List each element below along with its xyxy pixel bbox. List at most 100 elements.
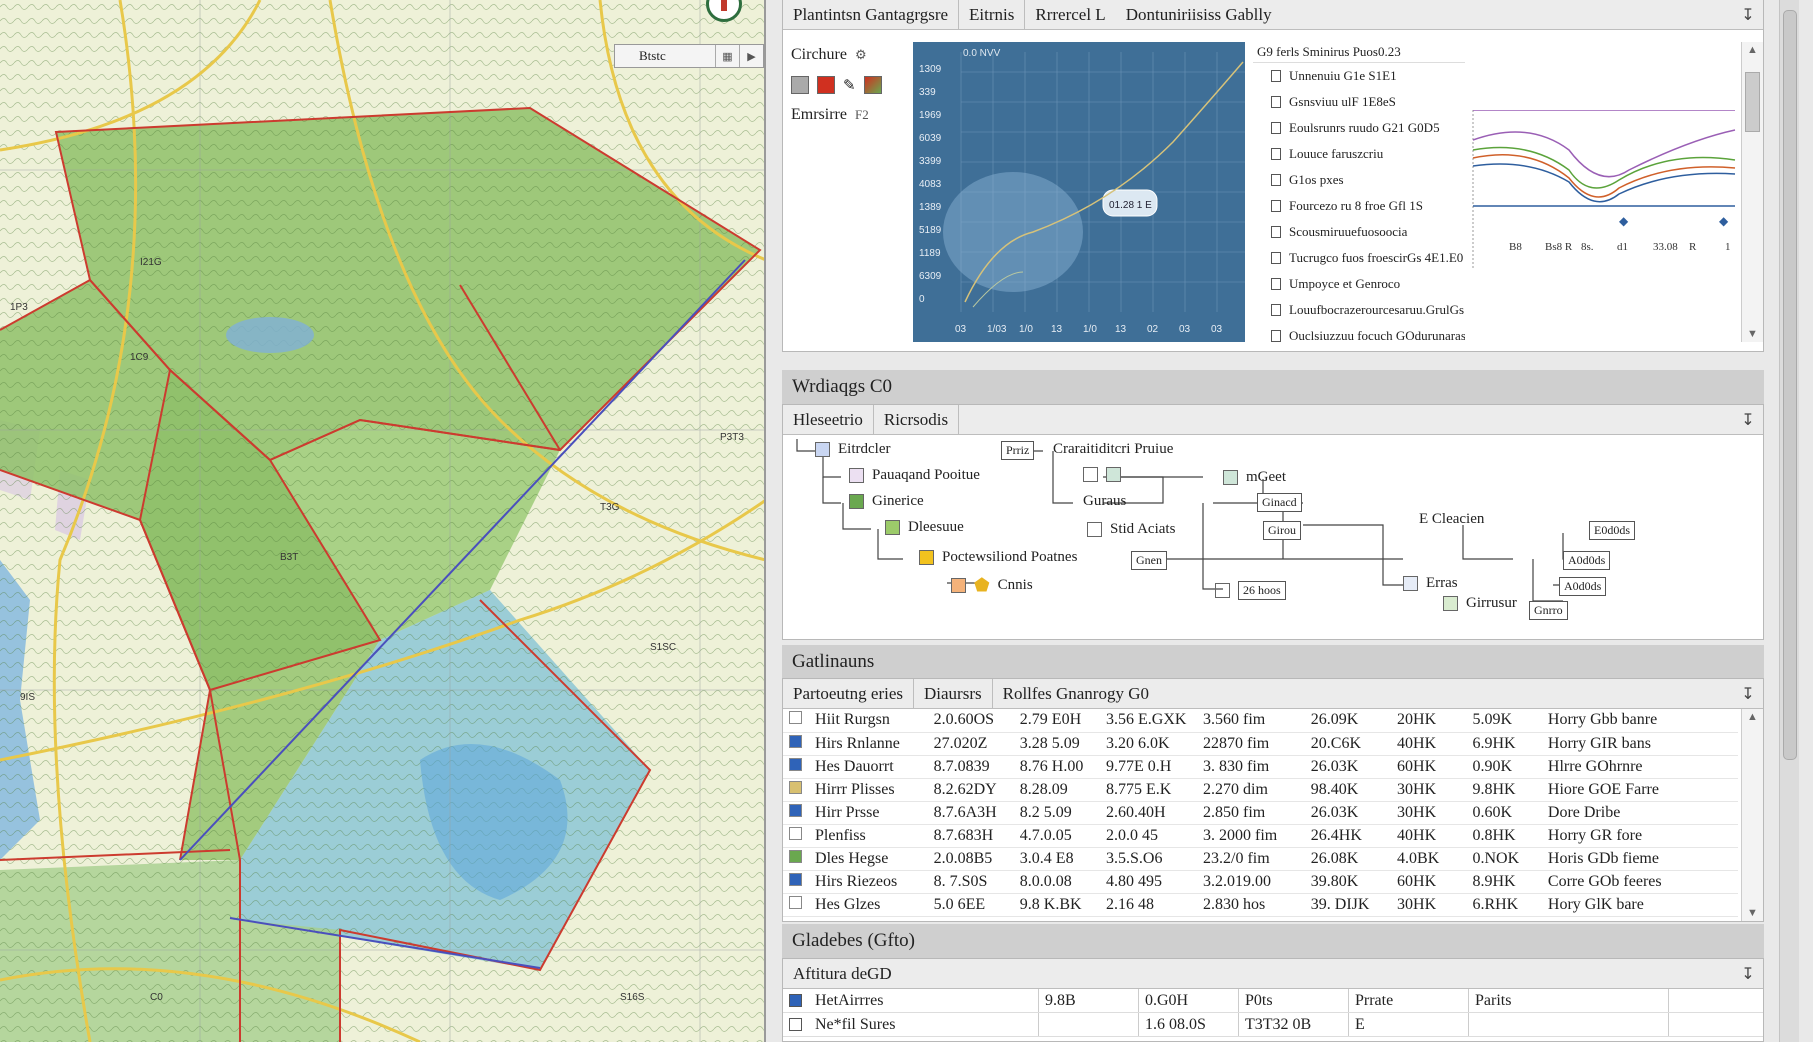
layer-checkbox[interactable] xyxy=(1271,96,1281,108)
diagram-section-title: Wrdiaqgs C0 xyxy=(782,370,1764,404)
tree-node[interactable]: Dleesuue xyxy=(885,519,964,536)
layer-checkbox[interactable] xyxy=(1271,70,1281,82)
scroll-down-icon[interactable]: ▼ xyxy=(1747,328,1758,340)
table-cell: 8.7.0839 xyxy=(929,755,1016,779)
map-canvas[interactable]: I21G P3T3 1C9 T3G C0 1P3 S1SC 9IS S16S B… xyxy=(0,0,766,1042)
window-scrollbar[interactable] xyxy=(1779,0,1799,1042)
scroll-up-icon[interactable]: ▲ xyxy=(1747,711,1758,723)
table-row[interactable]: Dles Hegse 2.0.08B5 3.0.4 E8 3.5.S.O6 23.2/0… xyxy=(783,847,1738,871)
tab-1[interactable]: Plantintsn Gantagrgsre xyxy=(783,0,960,29)
tree-node[interactable]: Erras xyxy=(1403,575,1458,592)
tree-node[interactable]: Girrusur xyxy=(1443,595,1517,612)
tree-node[interactable]: Pauaqand Pooitue xyxy=(849,467,980,484)
legend-swatch-gray[interactable] xyxy=(791,76,809,94)
layer-list-item[interactable]: Umpoyce et Genroco xyxy=(1253,271,1465,297)
table-row[interactable]: Hirrr Plisses 8.2.62DY 8.28.09 8.775 E.K 2.2… xyxy=(783,778,1738,802)
tree-box[interactable]: Prriz xyxy=(1001,441,1035,460)
scroll-up-icon[interactable]: ▲ xyxy=(1747,44,1758,56)
bottom-row[interactable]: Ne*fil Sures 1.6 08.0S T3T32 0B E xyxy=(783,1013,1763,1037)
tab-3[interactable]: Rrrercel L xyxy=(1025,0,1115,29)
layer-list-item[interactable]: Tucrugco fuos froescirGs 4E1.E0 xyxy=(1253,245,1465,271)
layer-list-item[interactable]: G1os pxes xyxy=(1253,167,1465,193)
table-cell: 2.79 E0H xyxy=(1015,709,1103,733)
layer-checkbox[interactable] xyxy=(1271,278,1281,290)
tree-node[interactable]: mGeet xyxy=(1223,469,1286,486)
pin-icon[interactable]: ↧ xyxy=(1733,679,1763,708)
profile-tick-label: B8 xyxy=(1509,241,1522,253)
tab-table-3[interactable]: Rollfes Gnanrogy G0 xyxy=(993,679,1159,708)
tab-4[interactable]: Dontuniriisiss Gablly xyxy=(1116,0,1282,29)
tab-table-2[interactable]: Diaursrs xyxy=(914,679,993,708)
scroll-thumb[interactable] xyxy=(1745,72,1760,132)
tree-box[interactable]: A0d0ds xyxy=(1559,577,1607,596)
tree-diagram[interactable]: Eitrdcler Pauaqand Pooitue Ginerice Dlee… xyxy=(783,435,1763,639)
bottom-row[interactable]: HetAirrres 9.8B 0.G0H P0ts Prrate Parits xyxy=(783,989,1763,1013)
layer-list-item[interactable]: Gsnsviuu ulF 1E8eS xyxy=(1253,89,1465,115)
tree-node[interactable]: Craraitiditcri Pruiue xyxy=(1053,441,1173,458)
list-scrollbar[interactable]: ▲ ▼ xyxy=(1741,42,1763,342)
scroll-down-icon[interactable]: ▼ xyxy=(1747,907,1758,919)
layers-icon[interactable]: ▦ xyxy=(715,45,739,67)
pin-icon[interactable]: ↧ xyxy=(1733,959,1763,988)
layer-checkbox[interactable] xyxy=(1271,304,1281,316)
tab-table-1[interactable]: Partoeutng eries xyxy=(783,679,914,708)
layer-checkbox[interactable] xyxy=(1271,252,1281,264)
layer-list-item[interactable]: Ouclsiuzzuu focuch GOdurunaras xyxy=(1253,323,1465,342)
table-cell: 4.0BK xyxy=(1393,847,1469,871)
layer-list-item[interactable]: Unnenuiu G1e S1E1 xyxy=(1253,63,1465,89)
tree-box[interactable]: Gnen xyxy=(1131,551,1167,570)
table-row[interactable]: Hes Dauorrt 8.7.0839 8.76 H.00 9.77E 0.H 3. … xyxy=(783,755,1738,779)
tree-box[interactable]: E0d0ds xyxy=(1589,521,1635,540)
layer-checkbox[interactable] xyxy=(1271,122,1281,134)
tab-bottom-1[interactable]: Aftitura deGD xyxy=(783,959,902,988)
map-view[interactable]: I21G P3T3 1C9 T3G C0 1P3 S1SC 9IS S16S B… xyxy=(0,0,766,1042)
table-row[interactable]: Hes Glzes 5.0 6EE 9.8 K.BK 2.16 48 2.830 hos… xyxy=(783,893,1738,917)
tree-box[interactable]: Girou xyxy=(1263,521,1301,540)
y-tick-label: 1309 xyxy=(919,64,942,75)
table-row[interactable]: Hiit Rurgsn 2.0.60OS 2.79 E0H 3.56 E.GXK 3.5… xyxy=(783,709,1738,733)
tree-node[interactable]: 26 hoos xyxy=(1215,581,1286,600)
play-icon[interactable]: ▶ xyxy=(739,45,763,67)
layer-list-item[interactable]: Fourcezo ru 8 froe Gfl 1S xyxy=(1253,193,1465,219)
pin-icon[interactable]: ↧ xyxy=(1733,405,1763,434)
timeseries-chart[interactable]: 01.28 1 E 0.0 NVV 1309 339 1969 6039 3399 408… xyxy=(913,42,1245,342)
layer-list-item[interactable]: Louufbocrazerourcesaruu.GrulGs xyxy=(1253,297,1465,323)
table-row[interactable]: Hirs Rnlanne 27.020Z 3.28 5.09 3.20 6.0K 228… xyxy=(783,732,1738,756)
profile-chart[interactable]: ◆ ◆ B8 Bs8 R 8s. d1 33.08 R 1 xyxy=(1469,110,1739,270)
legend-swatch-red[interactable] xyxy=(817,76,835,94)
layer-checkbox[interactable] xyxy=(1271,174,1281,186)
table-scrollbar[interactable]: ▲ ▼ xyxy=(1741,709,1763,921)
settings-icon[interactable]: ⚙ xyxy=(855,47,867,63)
layer-list-item[interactable]: Louuce faruszcriu xyxy=(1253,141,1465,167)
layer-checkbox[interactable] xyxy=(1271,148,1281,160)
table-row[interactable]: Plenfiss 8.7.683H 4.7.0.05 2.0.0 45 3. 2000 … xyxy=(783,824,1738,848)
tree-node[interactable]: Ginerice xyxy=(849,493,924,510)
layer-list-item[interactable]: Eoulsrunrs ruudo G21 G0D5 xyxy=(1253,115,1465,141)
table-row[interactable]: Hirr Prsse 8.7.6A3H 8.2 5.09 2.60.40H 2.850 … xyxy=(783,801,1738,825)
tree-node[interactable]: Stid Aciats xyxy=(1087,521,1175,538)
tab-hierarchy[interactable]: Hleseetrio xyxy=(783,405,874,434)
window-scroll-thumb[interactable] xyxy=(1783,10,1797,760)
layer-checkbox[interactable] xyxy=(1271,330,1281,342)
tree-box[interactable]: Ginacd xyxy=(1257,493,1302,512)
tab-results[interactable]: Ricrsodis xyxy=(874,405,960,434)
tree-node[interactable]: Guraus xyxy=(1083,493,1126,510)
tree-node[interactable]: ⬟ Cnnis xyxy=(951,575,1033,596)
layer-checkbox[interactable] xyxy=(1271,200,1281,212)
legend-swatch-multi[interactable] xyxy=(863,76,882,94)
tree-box[interactable]: Gnrro xyxy=(1529,601,1568,620)
tree-node[interactable]: E Cleacien xyxy=(1419,511,1484,528)
tree-node[interactable] xyxy=(1083,467,1121,482)
layer-checkbox[interactable] xyxy=(1271,226,1281,238)
table-cell: 8.0.0.08 xyxy=(1015,870,1103,894)
map-layer-selector[interactable]: Btstc ▦ ▶ xyxy=(614,44,764,68)
pin-icon[interactable]: ↧ xyxy=(1733,0,1763,29)
map-layer-label: Btstc xyxy=(639,48,666,63)
tree-node[interactable]: Eitrdcler xyxy=(815,441,890,458)
tree-box[interactable]: A0d0ds xyxy=(1563,551,1611,570)
tree-node[interactable]: Poctewsiliond Poatnes xyxy=(919,549,1077,566)
tab-2[interactable]: Eitrnis xyxy=(959,0,1026,29)
layer-list-item[interactable]: Scousmiruuefuosoocia xyxy=(1253,219,1465,245)
table-row[interactable]: Hirs Riezeos 8. 7.S0S 8.0.0.08 4.80 495 3.2.… xyxy=(783,870,1738,894)
pencil-icon[interactable]: ✎ xyxy=(843,76,856,95)
